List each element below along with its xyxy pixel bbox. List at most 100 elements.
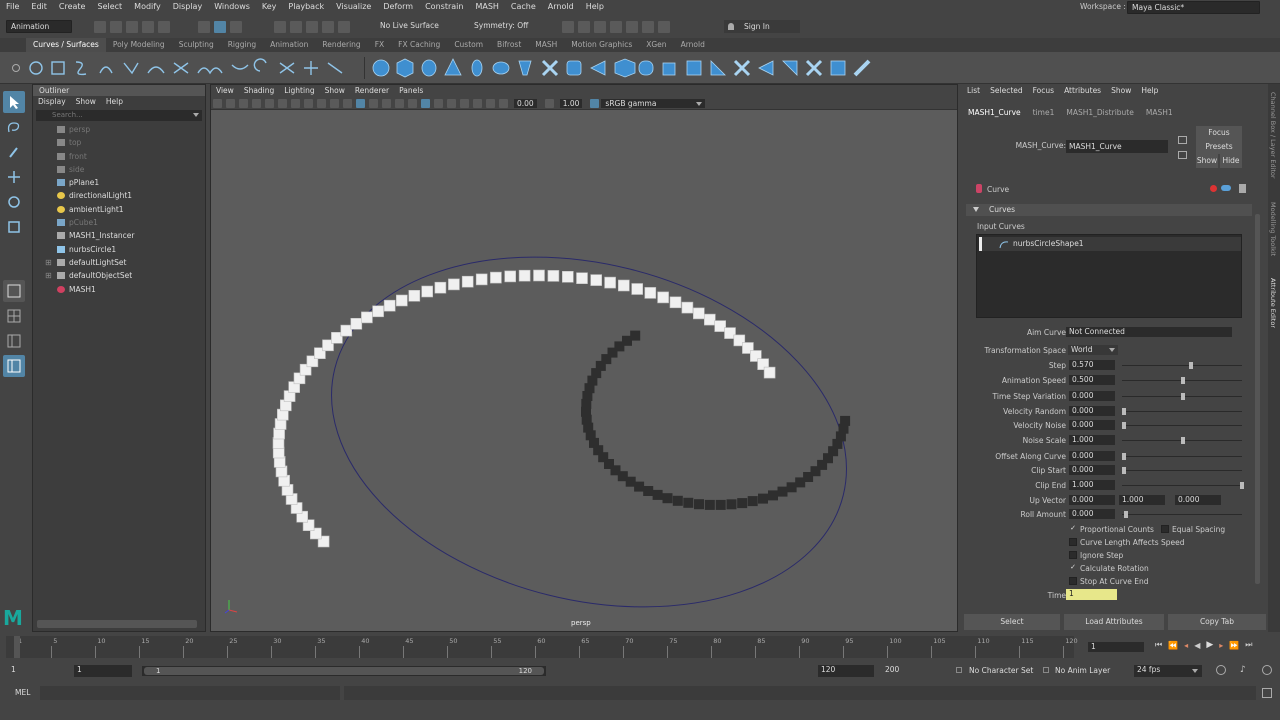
- instance-cube[interactable]: [504, 270, 517, 283]
- outliner-item[interactable]: directionalLight1: [33, 189, 205, 202]
- instance-cube[interactable]: [681, 301, 694, 314]
- gamma-icon[interactable]: [544, 98, 554, 108]
- clip-end-slider-handle[interactable]: [1240, 482, 1244, 489]
- undo-icon[interactable]: [142, 21, 154, 33]
- copy-tab-button[interactable]: Copy Tab: [1168, 614, 1266, 630]
- menu-display[interactable]: Display: [173, 0, 203, 14]
- menu-windows[interactable]: Windows: [214, 0, 250, 14]
- instance-cube[interactable]: [547, 270, 560, 282]
- search-dropdown-icon[interactable]: [193, 113, 199, 117]
- live-surface[interactable]: No Live Surface: [380, 21, 439, 30]
- attribute-editor-scrollbar[interactable]: [1255, 214, 1260, 584]
- instance-cube[interactable]: [644, 287, 657, 299]
- velocity-random-field[interactable]: 0.000: [1069, 406, 1115, 416]
- menu-edit[interactable]: Edit: [31, 0, 47, 14]
- character-set-dropdown[interactable]: No Character Set: [969, 666, 1033, 675]
- snap-grid-icon[interactable]: [274, 21, 286, 33]
- instance-cube[interactable]: [434, 281, 447, 294]
- persp-outliner-layout[interactable]: [3, 330, 25, 352]
- side-tab-attribute-editor[interactable]: Attribute Editor: [1269, 278, 1277, 328]
- presets-button[interactable]: Presets: [1196, 140, 1242, 154]
- viewport-menu-panels[interactable]: Panels: [399, 85, 423, 97]
- instance-cube[interactable]: [669, 296, 682, 309]
- instance-cube[interactable]: [408, 290, 421, 302]
- hypershade-icon[interactable]: [610, 21, 622, 33]
- calculate-rotation-checkbox[interactable]: ✓: [1069, 564, 1077, 572]
- viewport-menu-view[interactable]: View: [216, 85, 234, 97]
- trash-icon[interactable]: [1239, 184, 1246, 193]
- sign-in-button[interactable]: Sign In: [724, 20, 800, 33]
- shelf-tab-motion-graphics[interactable]: Motion Graphics: [564, 38, 639, 52]
- motion-blur-icon[interactable]: [447, 98, 456, 108]
- safe-action-icon[interactable]: [330, 98, 339, 108]
- expand-icon[interactable]: ⊞: [45, 256, 52, 269]
- instance-cube[interactable]: [657, 291, 669, 304]
- component-mode-icon[interactable]: [230, 21, 242, 33]
- toggle-node-icon[interactable]: [1221, 185, 1231, 191]
- shelf-tab-fx[interactable]: FX: [368, 38, 391, 52]
- input-curves-list[interactable]: nurbsCircleShape1: [976, 234, 1242, 318]
- clip-end-slider-track[interactable]: [1122, 485, 1242, 486]
- proportional-counts-checkbox[interactable]: ✓: [1069, 525, 1077, 533]
- render-view-icon[interactable]: [626, 21, 638, 33]
- play-backward-icon[interactable]: ◀: [1194, 641, 1200, 650]
- ambient-occlusion-icon[interactable]: [434, 98, 443, 108]
- menu-key[interactable]: Key: [262, 0, 277, 14]
- redo-icon[interactable]: [158, 21, 170, 33]
- viewport-menu-show[interactable]: Show: [325, 85, 345, 97]
- four-view-layout[interactable]: [3, 305, 25, 327]
- ae-menu-help[interactable]: Help: [1141, 84, 1158, 98]
- velocity-noise-slider-track[interactable]: [1122, 425, 1242, 426]
- smooth-shade-icon[interactable]: [369, 98, 378, 108]
- shelf-tab-sculpting[interactable]: Sculpting: [172, 38, 221, 52]
- curves-frame-header[interactable]: Curves: [966, 204, 1252, 216]
- up-vector-z[interactable]: 0.000: [1175, 495, 1221, 505]
- ae-tab-mash1-distribute[interactable]: MASH1_Distribute: [1066, 106, 1133, 120]
- time-field[interactable]: 1: [1066, 589, 1117, 600]
- paint-select-tool[interactable]: [3, 141, 25, 163]
- up-vector-y[interactable]: 1.000: [1119, 495, 1165, 505]
- aim-curve-field[interactable]: Not Connected: [1066, 327, 1232, 337]
- select-mode-icon[interactable]: [198, 21, 210, 33]
- color-space-dropdown[interactable]: sRGB gamma: [601, 98, 706, 108]
- bookmark-icon[interactable]: [239, 98, 248, 108]
- shelf-tab-mash[interactable]: MASH: [528, 38, 564, 52]
- single-perspective-layout[interactable]: [3, 280, 25, 302]
- velocity-random-slider-track[interactable]: [1122, 411, 1242, 412]
- go-to-start-icon[interactable]: ⏮: [1155, 640, 1162, 650]
- playback-start-field[interactable]: 1: [74, 665, 132, 677]
- side-tab-modelling-toolkit[interactable]: Modelling Toolkit: [1269, 202, 1277, 256]
- snap-curve-icon[interactable]: [290, 21, 302, 33]
- instance-cube[interactable]: [631, 283, 644, 295]
- isolate-select-icon[interactable]: [486, 98, 495, 108]
- clip-start-slider-handle[interactable]: [1122, 467, 1126, 474]
- ignore-step-checkbox[interactable]: [1069, 551, 1077, 559]
- symmetry-dropdown[interactable]: Symmetry: Off: [474, 21, 528, 30]
- menu-arnold[interactable]: Arnold: [548, 0, 574, 14]
- clip-start-slider-track[interactable]: [1122, 470, 1242, 471]
- outliner-item[interactable]: side: [33, 163, 205, 176]
- menuset-dropdown[interactable]: Animation: [6, 20, 72, 33]
- menu-create[interactable]: Create: [59, 0, 86, 14]
- outliner-item[interactable]: MASH1: [33, 283, 205, 296]
- menu-constrain[interactable]: Constrain: [425, 0, 463, 14]
- time-step-variation-slider-handle[interactable]: [1181, 393, 1185, 400]
- output-connection-icon[interactable]: [1178, 151, 1187, 159]
- lasso-tool[interactable]: [3, 116, 25, 138]
- save-scene-icon[interactable]: [126, 21, 138, 33]
- new-scene-icon[interactable]: [94, 21, 106, 33]
- mel-label[interactable]: MEL: [15, 688, 30, 697]
- outliner-layout[interactable]: [3, 355, 25, 377]
- scene-start-field[interactable]: 1: [8, 665, 68, 677]
- play-forward-icon[interactable]: ▶: [1206, 640, 1213, 650]
- snap-point-icon[interactable]: [306, 21, 318, 33]
- menu-deform[interactable]: Deform: [383, 0, 413, 14]
- shelf-tab-rigging[interactable]: Rigging: [221, 38, 263, 52]
- select-button[interactable]: Select: [964, 614, 1060, 630]
- menu-visualize[interactable]: Visualize: [336, 0, 371, 14]
- instance-cube[interactable]: [692, 307, 705, 320]
- search-input[interactable]: Search...: [52, 111, 83, 119]
- viewport-menu-renderer[interactable]: Renderer: [355, 85, 389, 97]
- transformation-space-dropdown[interactable]: World: [1068, 345, 1118, 355]
- outliner-item[interactable]: ambientLight1: [33, 203, 205, 216]
